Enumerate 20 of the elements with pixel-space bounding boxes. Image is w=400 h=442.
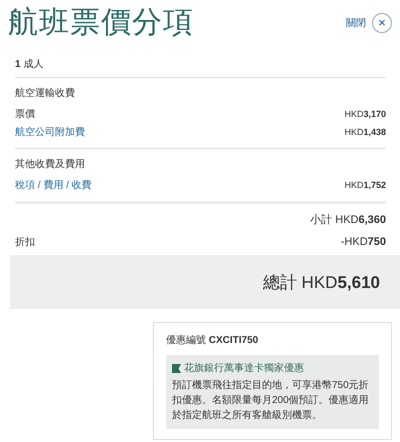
fee-link[interactable]: 稅項 / 費用 / 收費 <box>15 178 92 192</box>
passenger-count: 1 成人 <box>15 57 386 78</box>
page-title: 航班票價分項 <box>8 5 194 41</box>
close-button[interactable]: × <box>372 12 392 32</box>
section-heading: 其他收費及費用 <box>15 158 86 171</box>
total-amount: 總計 HKD5,610 <box>262 272 380 294</box>
flag-icon <box>172 364 181 372</box>
fee-link[interactable]: 航空公司附加費 <box>15 125 85 139</box>
discount-label: 折扣 <box>15 236 35 249</box>
discount-amount: -HKD750 <box>340 236 386 248</box>
fee-amount: HKD1,752 <box>344 180 386 190</box>
close-link[interactable]: 關閉 <box>346 16 366 30</box>
fee-amount: HKD3,170 <box>344 109 386 119</box>
fee-label: 票價 <box>15 108 35 121</box>
section-heading: 航空運輸收費 <box>15 86 76 100</box>
promo-code: 優惠編號 CXCITI750 <box>166 334 260 347</box>
subtotal: 小計 HKD6,360 <box>310 212 386 227</box>
promo-title: 花旗銀行萬事達卡獨家優惠 <box>184 362 304 375</box>
fee-amount: HKD1,438 <box>344 127 386 137</box>
promo-text: 預訂機票飛往指定目的地，可享港幣750元折扣優惠。名額限量每月200個預訂。優惠適用於指定航班之所有客艙級別機票。 <box>172 378 370 423</box>
